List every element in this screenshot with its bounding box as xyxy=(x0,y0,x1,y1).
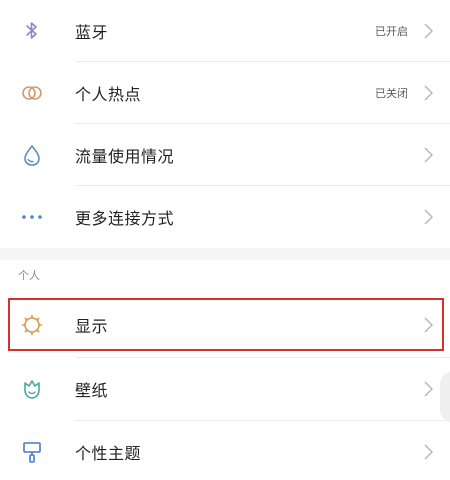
hotspot-icon xyxy=(20,81,44,105)
settings-item-label: 更多连接方式 xyxy=(75,209,175,228)
settings-item-hotspot[interactable]: 个人热点 已关闭 xyxy=(0,62,450,124)
status-text: 已开启 xyxy=(375,25,408,38)
chevron-right-icon xyxy=(424,444,434,460)
highlight-box xyxy=(8,298,444,351)
settings-item-label: 蓝牙 xyxy=(75,23,109,42)
section-separator xyxy=(0,248,450,260)
chevron-right-icon xyxy=(424,23,434,39)
water-drop-icon xyxy=(20,143,44,167)
tulip-icon xyxy=(20,377,44,401)
settings-item-label: 流量使用情况 xyxy=(75,147,175,166)
settings-item-data-usage[interactable]: 流量使用情况 xyxy=(0,124,450,186)
chevron-right-icon xyxy=(424,147,434,163)
status-text: 已关闭 xyxy=(375,87,408,100)
settings-item-label: 壁纸 xyxy=(75,381,109,400)
settings-item-wallpaper[interactable]: 壁纸 xyxy=(0,358,450,420)
settings-item-bluetooth[interactable]: 蓝牙 已开启 xyxy=(0,0,450,62)
section-header-personal: 个人 xyxy=(18,269,40,282)
chevron-right-icon xyxy=(424,209,434,225)
scroll-handle[interactable] xyxy=(440,372,450,422)
settings-item-themes[interactable]: 个性主题 xyxy=(0,421,450,480)
settings-screen: 蓝牙 已开启 个人热点 已关闭 流量使用情况 更多连接方式 个人 显示 壁纸 个… xyxy=(0,0,450,480)
more-dots-icon xyxy=(20,205,44,229)
settings-item-more-connections[interactable]: 更多连接方式 xyxy=(0,186,450,248)
settings-item-label: 个性主题 xyxy=(75,444,142,463)
bluetooth-icon xyxy=(20,19,44,43)
chevron-right-icon xyxy=(424,85,434,101)
settings-item-label: 个人热点 xyxy=(75,85,142,104)
paint-roller-icon xyxy=(20,440,44,464)
chevron-right-icon xyxy=(424,381,434,397)
